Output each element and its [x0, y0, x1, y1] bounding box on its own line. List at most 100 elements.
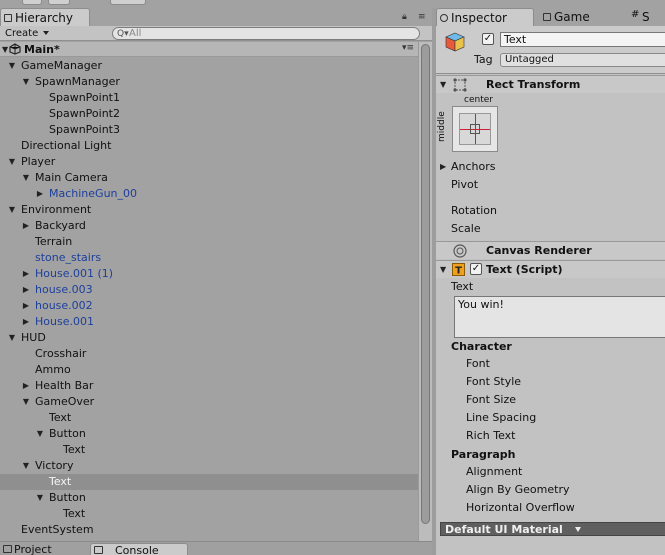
foldout-closed-icon[interactable]: ▶ [21, 282, 31, 298]
rotation-prop[interactable]: Rotation [436, 203, 665, 219]
canvas-renderer-header[interactable]: Canvas Renderer [436, 241, 665, 259]
tree-row[interactable]: ▼ Button [0, 490, 418, 506]
paragraph-label: Alignment [466, 465, 523, 478]
foldout-open-icon[interactable]: ▼ [7, 58, 17, 74]
text-prop: Text [436, 279, 665, 295]
foldout-open-icon[interactable]: ▼ [7, 154, 17, 170]
foldout-closed-icon[interactable]: ▶ [21, 314, 31, 330]
foldout-open-icon[interactable]: ▼ [21, 74, 31, 90]
tab-project[interactable]: Project [0, 543, 70, 555]
tree-row[interactable]: ▶ Backyard [0, 218, 418, 234]
tab-console[interactable]: Console [90, 543, 188, 555]
tree-row[interactable]: ▶ House.001 [0, 314, 418, 330]
foldout-open-icon[interactable]: ▼ [7, 330, 17, 346]
foldout-open-icon[interactable]: ▼ [7, 202, 17, 218]
paragraph-prop[interactable]: Align By Geometry [436, 482, 665, 498]
scrollbar-thumb[interactable] [421, 44, 430, 524]
anchors-prop[interactable]: ▶ Anchors [436, 159, 665, 175]
pivot-prop[interactable]: Pivot [436, 177, 665, 193]
object-name-field[interactable]: Text [500, 32, 665, 47]
tree-row[interactable]: SpawnPoint2 [0, 106, 418, 122]
tree-row[interactable]: Text [0, 410, 418, 426]
lock-icon[interactable]: 🔒︎ [402, 12, 411, 22]
foldout-closed-icon[interactable]: ▶ [35, 186, 45, 202]
foldout-open-icon[interactable]: ▼ [440, 77, 446, 93]
scale-prop[interactable]: Scale [436, 221, 665, 237]
material-header[interactable]: Default UI Material [440, 522, 665, 536]
create-button[interactable]: Create [2, 27, 52, 40]
tree-row[interactable]: ▼ Player [0, 154, 418, 170]
scene-menu-icon[interactable]: ▾≡ [402, 43, 414, 53]
foldout-open-icon[interactable]: ▼ [35, 426, 45, 442]
rect-transform-header[interactable]: ▼ Rect Transform [436, 75, 665, 93]
paragraph-prop[interactable]: Alignment [436, 464, 665, 480]
tab-scene[interactable]: # S [628, 8, 665, 26]
tree-row[interactable]: ▼ GameManager [0, 58, 418, 74]
character-prop[interactable]: Font Size [436, 392, 665, 408]
text-enabled-checkbox[interactable]: ✓ [470, 263, 482, 275]
tree-row[interactable]: ▼ Main Camera [0, 170, 418, 186]
tree-row-label: stone_stairs [35, 251, 102, 264]
scene-header[interactable]: ▼ Main* ▾≡ [0, 42, 418, 57]
tree-row[interactable]: SpawnPoint1 [0, 90, 418, 106]
tree-row-label: Victory [35, 459, 74, 472]
material-label: Default UI Material [445, 523, 563, 536]
tree-row[interactable]: ▼ GameOver [0, 394, 418, 410]
search-input[interactable] [129, 28, 409, 39]
character-prop[interactable]: Rich Text [436, 428, 665, 444]
character-prop[interactable]: Line Spacing [436, 410, 665, 426]
panel-menu-icon[interactable]: ≡ [418, 12, 427, 22]
foldout-closed-icon[interactable]: ▶ [21, 378, 31, 394]
tab-game[interactable]: Game [540, 8, 610, 26]
tab-inspector[interactable]: Inspector [436, 8, 534, 26]
foldout-open-icon[interactable]: ▼ [21, 458, 31, 474]
tree-row[interactable]: Text [0, 442, 418, 458]
foldout-closed-icon[interactable]: ▶ [21, 266, 31, 282]
hierarchy-scrollbar[interactable] [418, 42, 432, 541]
tree-row[interactable]: ▶ Health Bar [0, 378, 418, 394]
tree-row[interactable]: Text [0, 506, 418, 522]
tree-row[interactable]: Terrain [0, 234, 418, 250]
tree-row-label: Main Camera [35, 171, 108, 184]
foldout-closed-icon[interactable]: ▶ [21, 298, 31, 314]
tree-row-label: Backyard [35, 219, 86, 232]
paragraph-prop[interactable]: Horizontal Overflow [436, 500, 665, 516]
tag-label: Tag [474, 53, 493, 66]
foldout-open-icon[interactable]: ▼ [440, 262, 446, 278]
anchors-label: Anchors [451, 160, 496, 173]
tree-row[interactable]: Text [0, 474, 418, 490]
search-field[interactable]: Q▾ [112, 27, 420, 40]
foldout-closed-icon[interactable]: ▶ [440, 159, 446, 175]
text-value-area[interactable]: You win! [454, 296, 665, 338]
foldout-open-icon[interactable]: ▼ [21, 394, 31, 410]
foldout-closed-icon[interactable]: ▶ [21, 218, 31, 234]
tree-row-label: Directional Light [21, 139, 112, 152]
character-prop[interactable]: Font [436, 356, 665, 372]
dropdown-arrow-icon [43, 31, 50, 35]
character-prop[interactable]: Font Style [436, 374, 665, 390]
tree-row[interactable]: Ammo [0, 362, 418, 378]
tree-row[interactable]: ▼ HUD [0, 330, 418, 346]
tree-row[interactable]: stone_stairs [0, 250, 418, 266]
tree-row[interactable]: ▼ Environment [0, 202, 418, 218]
scene-foldout-icon[interactable]: ▼ [2, 45, 8, 54]
tree-row[interactable]: ▼ Victory [0, 458, 418, 474]
tree-row[interactable]: ▶ MachineGun_00 [0, 186, 418, 202]
tree-row[interactable]: EventSystem [0, 522, 418, 538]
tree-row[interactable]: Crosshair [0, 346, 418, 362]
tree-row[interactable]: ▶ House.001 (1) [0, 266, 418, 282]
folder-icon [3, 545, 12, 553]
tree-row[interactable]: Directional Light [0, 138, 418, 154]
tab-hierarchy[interactable]: Hierarchy [0, 8, 90, 26]
foldout-open-icon[interactable]: ▼ [21, 170, 31, 186]
text-script-header[interactable]: ▼ T ✓ Text (Script) [436, 260, 665, 278]
tag-dropdown[interactable]: Untagged [500, 53, 665, 67]
tree-row[interactable]: ▶ house.003 [0, 282, 418, 298]
tree-row[interactable]: ▶ house.002 [0, 298, 418, 314]
active-checkbox[interactable]: ✓ [482, 33, 494, 45]
tree-row[interactable]: ▼ Button [0, 426, 418, 442]
foldout-open-icon[interactable]: ▼ [35, 490, 45, 506]
tree-row[interactable]: SpawnPoint3 [0, 122, 418, 138]
tree-row[interactable]: ▼ SpawnManager [0, 74, 418, 90]
anchor-preset-button[interactable] [452, 106, 498, 152]
